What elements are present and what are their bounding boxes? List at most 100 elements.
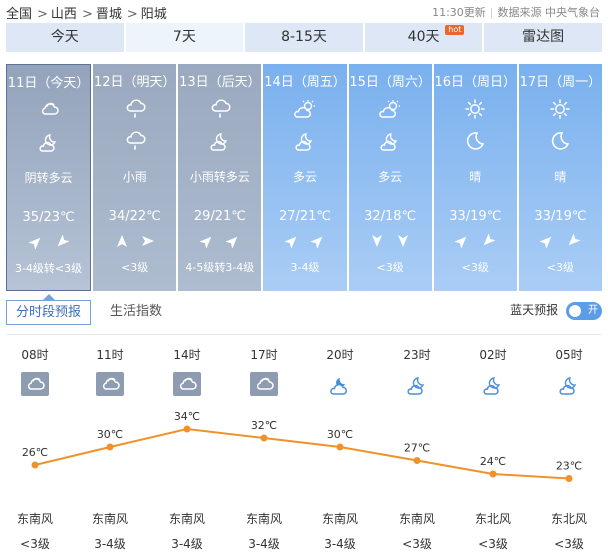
- tab-label: 40天: [407, 29, 440, 45]
- south-arrow-icon: [372, 235, 383, 247]
- tab-radar[interactable]: 雷达图: [484, 23, 602, 52]
- temperature-point: [336, 443, 344, 451]
- tab-8-15day[interactable]: 8-15天: [245, 23, 363, 52]
- hourly-column: 05时 东北风 <3级: [539, 346, 599, 551]
- hourly-column: 11时 东南风 3-4级: [80, 346, 140, 551]
- wind-level: <3级: [461, 261, 489, 274]
- day-condition: 晴: [554, 170, 567, 184]
- hour-time: 05时: [555, 348, 583, 362]
- partly-cloudy-night-icon: [407, 377, 425, 395]
- partly-cloudy-day-icon: [379, 100, 401, 118]
- temperature-label: 27℃: [404, 442, 430, 455]
- sun-icon: [550, 99, 571, 119]
- hour-time: 17时: [250, 348, 278, 362]
- temperature-point: [413, 457, 421, 464]
- day-date: 17日（周一）: [519, 75, 602, 90]
- wind-level: 3-4级转<3级: [14, 262, 83, 275]
- temperature-label: 32℃: [251, 419, 277, 432]
- northeast-arrow-icon: [310, 236, 323, 249]
- forecast-tabs: 今天 7天 8-15天 40天 hot 雷达图: [6, 23, 602, 52]
- breadcrumb-item-county: 阳城: [140, 7, 167, 22]
- day-temperature: 29/21℃: [193, 209, 246, 224]
- breadcrumb-separator: >: [126, 7, 138, 22]
- hour-wind-level: <3级: [20, 537, 50, 551]
- wind-level: <3级: [546, 261, 575, 274]
- breadcrumb-item-province[interactable]: 山西: [51, 7, 77, 22]
- toggle-knob: [569, 304, 581, 317]
- update-time: 11:30更新: [432, 6, 486, 19]
- hourly-forecast: 26℃ 30℃ 34℃ 32℃ 30℃ 27℃ 24℃ 23℃ 08时 东南风 <3级 11时 东南风…: [0, 346, 608, 557]
- partly-cloudy-day-icon: [294, 100, 315, 118]
- hour-wind-direction: 东南风: [91, 512, 128, 526]
- hour-wind-direction: 东南风: [16, 512, 53, 526]
- day-card[interactable]: 14日（周五） 多云 27/21℃ 3-4级: [263, 64, 347, 291]
- temperature-point: [106, 443, 114, 451]
- partly-cloudy-night-icon: [380, 133, 398, 151]
- temperature-point: [260, 434, 268, 442]
- day-card[interactable]: 17日（周一） 晴 33/19℃ <3级: [518, 64, 602, 291]
- cloudy-icon: [41, 102, 59, 115]
- day-card[interactable]: 15日（周六） 多云 32/18℃ <3级: [348, 64, 432, 291]
- day-card[interactable]: 13日（后天） 小雨转多云 29/21℃ 4-5级转3-4级: [178, 64, 262, 291]
- hour-wind-direction: 东南风: [168, 512, 205, 526]
- tab-today[interactable]: 今天: [6, 23, 124, 52]
- moon-icon: [467, 132, 485, 150]
- wind-direction: [263, 234, 346, 251]
- northeast-arrow-icon: [454, 236, 467, 249]
- hour-wind-direction: 东北风: [550, 512, 587, 526]
- tab-life-index[interactable]: 生活指数: [110, 300, 162, 323]
- day-date: 12日（明天）: [93, 75, 176, 90]
- blue-sky-toggle[interactable]: 开: [566, 301, 602, 320]
- day-temperature: 27/21℃: [278, 209, 332, 224]
- northeast-arrow-icon: [225, 236, 238, 249]
- south-arrow-icon: [398, 235, 409, 247]
- day-temperature: 33/19℃: [449, 209, 502, 224]
- temperature-label: 26℃: [22, 446, 48, 459]
- hourly-column: 08时东南风 <3级: [5, 346, 65, 551]
- north-arrow-icon: [116, 235, 127, 247]
- hour-wind-direction: 东北风: [474, 512, 511, 526]
- data-source: 数据来源 中央气象台: [497, 6, 601, 19]
- day-card[interactable]: 16日（周日） 晴 33/19℃ <3级: [433, 64, 517, 291]
- hour-wind-direction: 东南风: [321, 512, 358, 526]
- day-temperature: 33/19℃: [534, 209, 587, 224]
- wind-level: 4-5级转3-4级: [185, 261, 255, 274]
- day-temperature: 34/22℃: [108, 209, 161, 224]
- east-arrow-icon: [141, 236, 154, 246]
- wind-direction: [519, 233, 602, 251]
- hour-time: 23时: [403, 348, 431, 362]
- tab-label: 8-15天: [281, 29, 327, 45]
- tab-hourly-forecast[interactable]: 分时段预报: [6, 294, 91, 325]
- wind-level: 3-4级: [290, 261, 320, 274]
- day-condition: 阴转多云: [24, 171, 73, 185]
- northeast-arrow-icon: [199, 236, 212, 249]
- southwest-arrow-icon: [57, 234, 70, 247]
- breadcrumb-item-city[interactable]: 晋城: [96, 7, 122, 22]
- wind-direction: [349, 234, 432, 251]
- toggle-label: 开: [588, 304, 598, 316]
- hour-time: 11时: [96, 348, 124, 362]
- tab-label: 雷达图: [522, 29, 565, 45]
- tab-40day[interactable]: 40天 hot: [364, 23, 483, 52]
- day-condition: 多云: [378, 170, 403, 184]
- hour-time: 14时: [173, 348, 201, 362]
- partly-cloudy-night-icon: [38, 134, 56, 152]
- hourly-column: 02时东北风 <3级: [463, 346, 523, 551]
- tab-7day[interactable]: 7天: [125, 23, 244, 52]
- temperature-point: [565, 475, 573, 482]
- day-card[interactable]: 12日（明天） 小雨 34/22℃ <3级: [93, 64, 177, 291]
- temperature-point: [31, 461, 39, 469]
- sun-icon: [465, 99, 486, 119]
- temperature-point: [183, 425, 191, 433]
- breadcrumb-item-country[interactable]: 全国: [6, 7, 32, 22]
- hour-wind-level: <3级: [478, 537, 508, 551]
- hour-wind-level: 3-4级: [248, 537, 280, 551]
- hour-time: 02时: [479, 348, 507, 362]
- wind-level: <3级: [121, 261, 149, 274]
- day-date: 16日（周日）: [434, 75, 517, 90]
- day-card[interactable]: 11日（今天） 阴转多云 35/23℃ 3-4级转<3级: [6, 64, 92, 291]
- rain-icon: [211, 99, 231, 118]
- hour-time: 08时: [21, 348, 49, 362]
- cloudy-icon: [21, 372, 49, 396]
- wind-direction: [434, 233, 517, 251]
